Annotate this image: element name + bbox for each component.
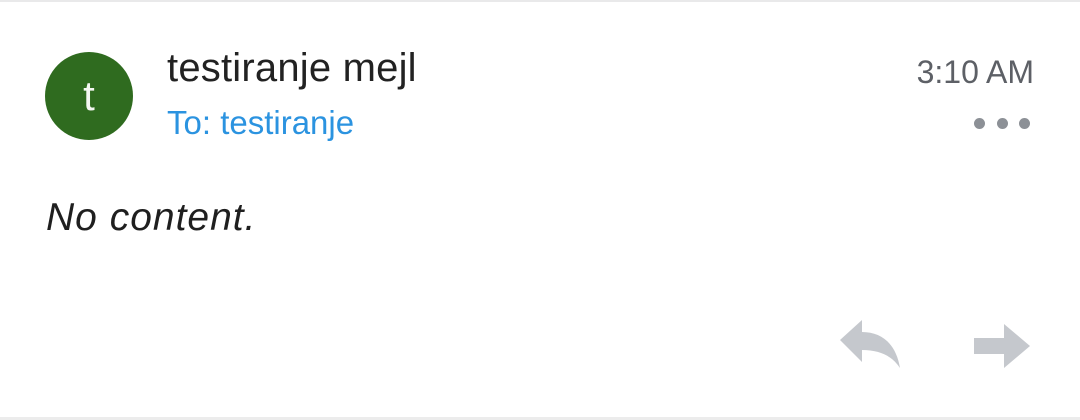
avatar-letter: t bbox=[83, 72, 95, 119]
avatar[interactable]: t bbox=[45, 52, 133, 140]
top-divider bbox=[0, 0, 1080, 2]
forward-button[interactable] bbox=[968, 318, 1034, 374]
forward-icon bbox=[974, 324, 1030, 368]
message-time: 3:10 AM bbox=[916, 54, 1034, 90]
reply-button[interactable] bbox=[836, 318, 904, 374]
reply-icon bbox=[840, 320, 900, 368]
sender-name: testiranje mejl bbox=[167, 46, 417, 90]
more-options-button[interactable] bbox=[974, 112, 1030, 134]
more-dot-icon bbox=[996, 117, 1008, 129]
recipient-link[interactable]: To: testiranje bbox=[167, 104, 354, 142]
more-dot-icon bbox=[974, 117, 985, 129]
message-body: No content. bbox=[46, 196, 257, 239]
more-dot-icon bbox=[1019, 117, 1030, 129]
